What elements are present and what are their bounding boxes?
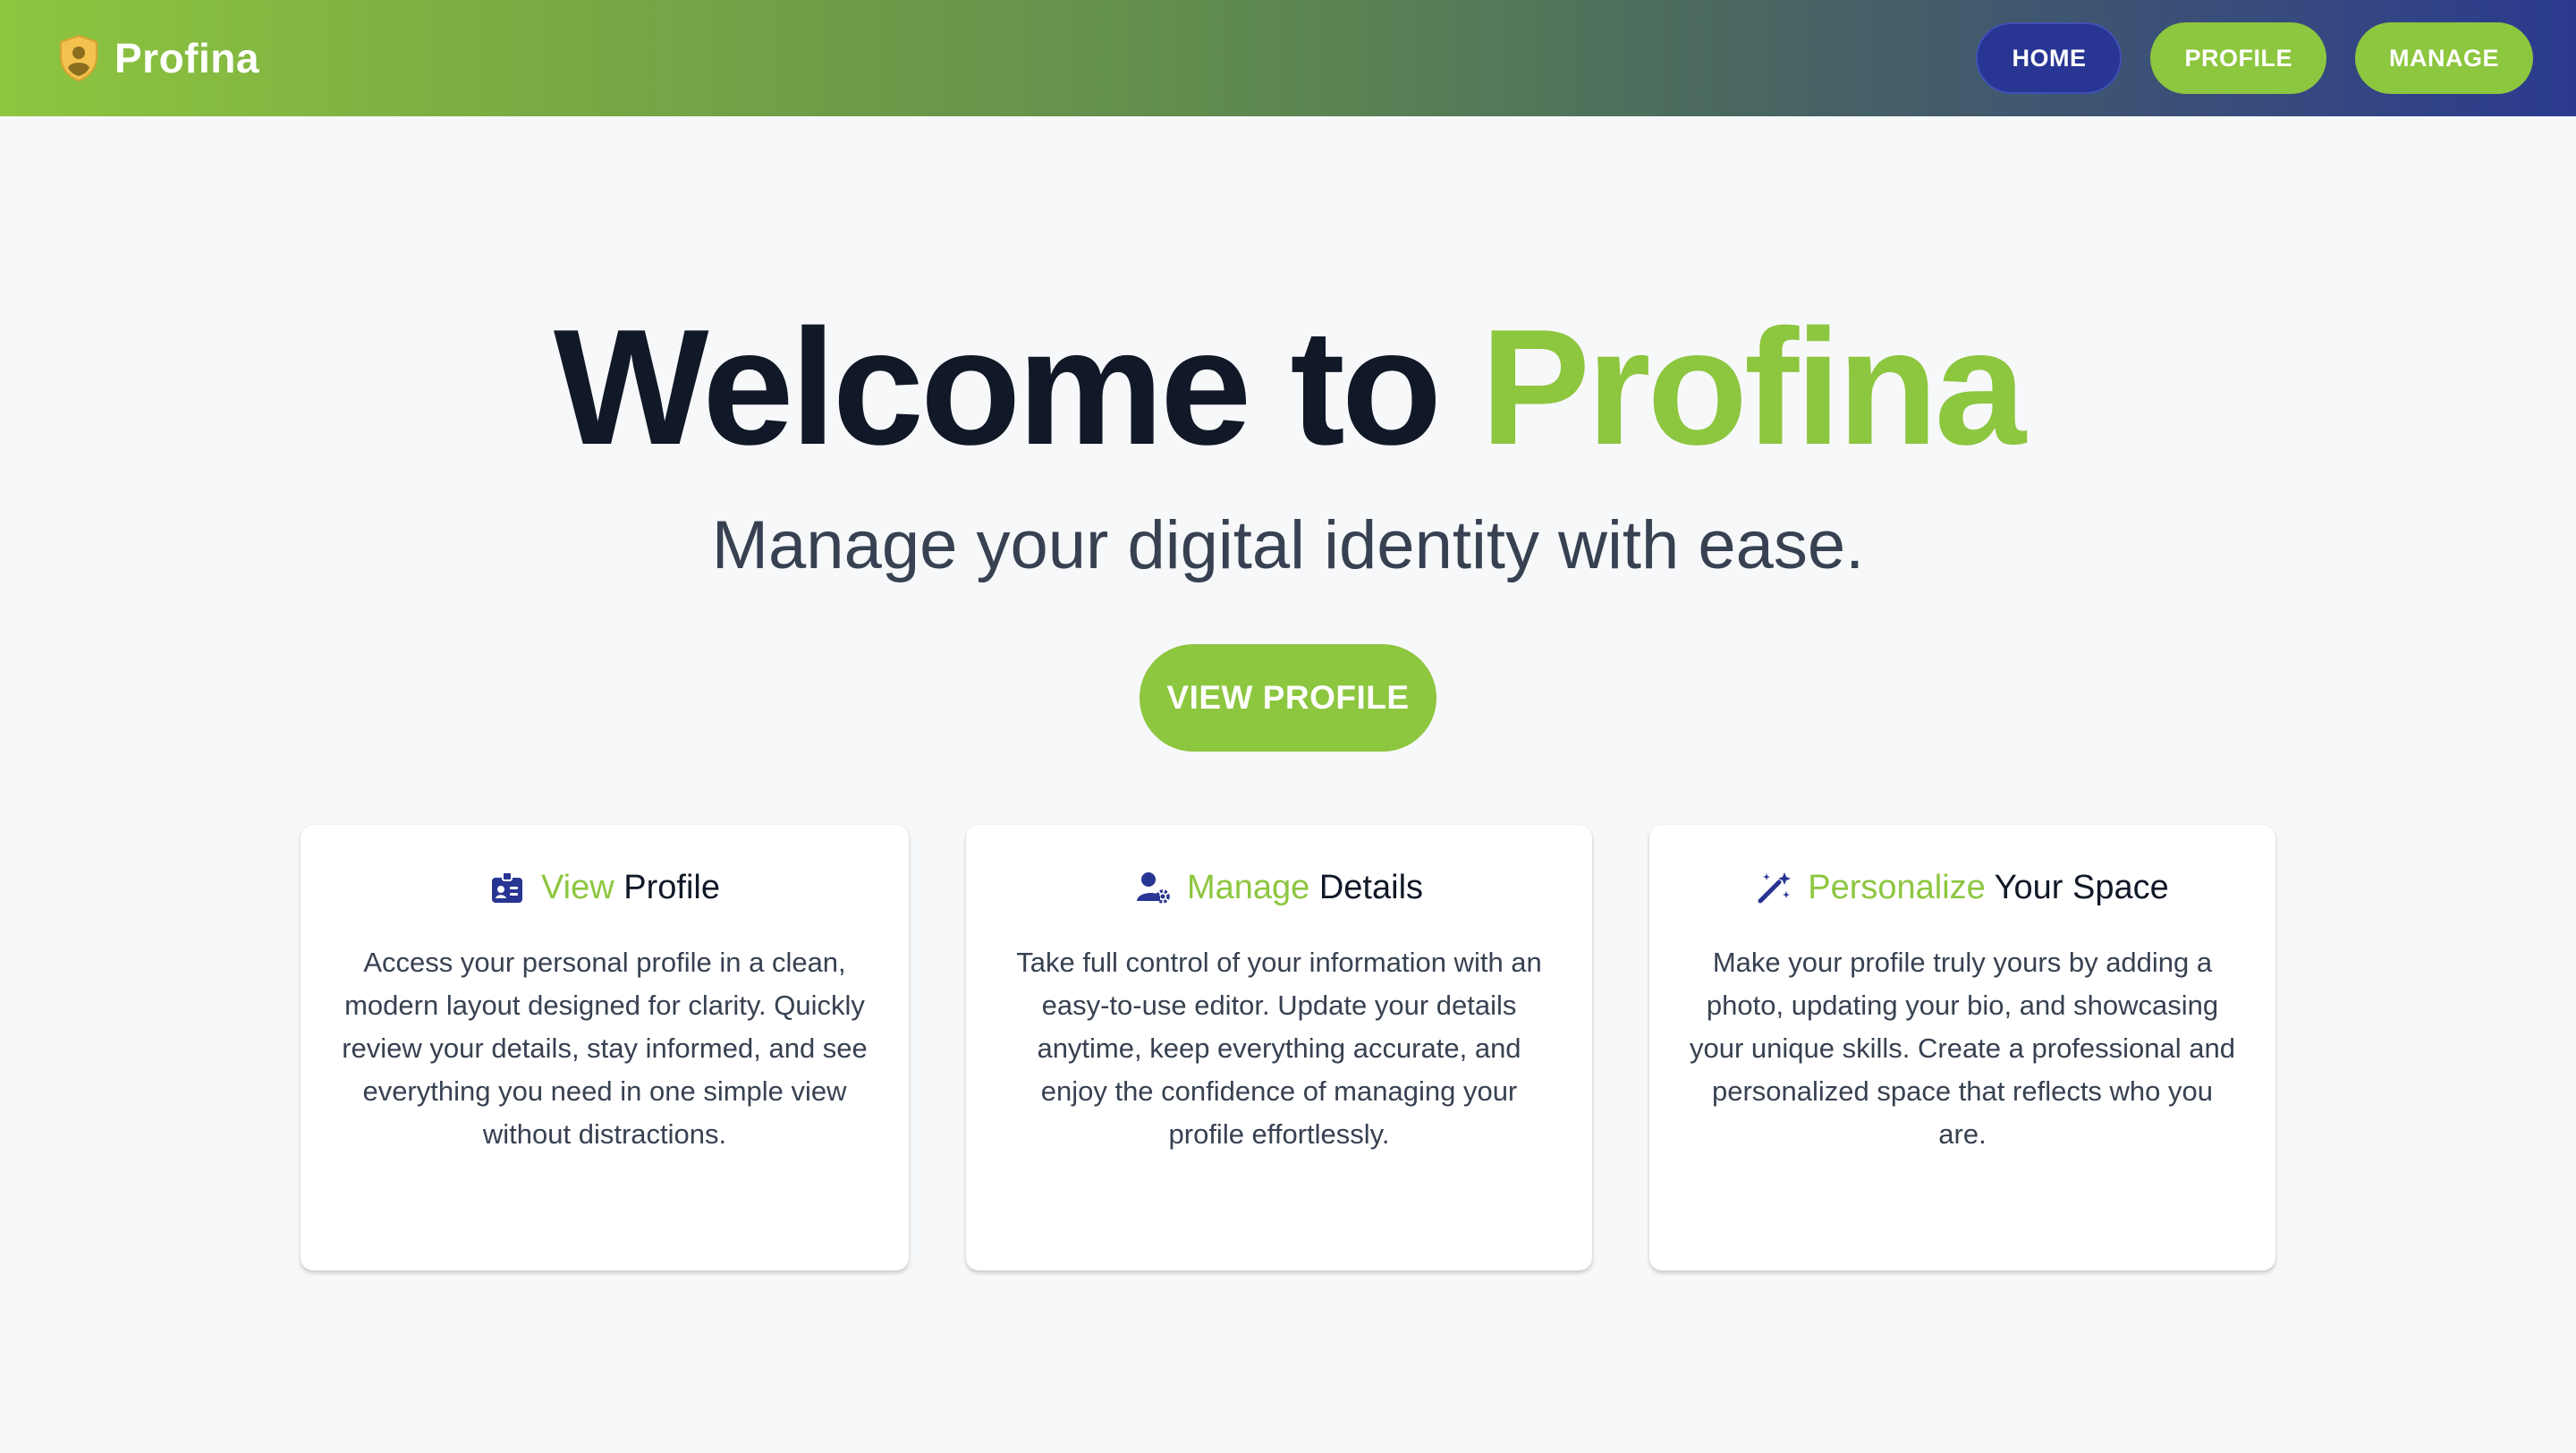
nav-home-button[interactable]: HOME bbox=[1976, 22, 2123, 94]
magic-wand-icon bbox=[1758, 872, 1792, 904]
feature-card-personalize: Personalize Your Space Make your profile… bbox=[1649, 825, 2275, 1270]
view-profile-button[interactable]: VIEW PROFILE bbox=[1140, 644, 1436, 752]
card-header: Personalize Your Space bbox=[1685, 861, 2240, 914]
nav-manage-button[interactable]: MANAGE bbox=[2355, 22, 2533, 94]
top-navbar: Profina HOME PROFILE MANAGE bbox=[0, 0, 2576, 116]
card-title-rest: Your Space bbox=[1994, 868, 2169, 906]
card-title: Personalize Your Space bbox=[1808, 869, 2169, 907]
feature-card-manage-details: Manage Details Take full control of your… bbox=[966, 825, 1592, 1270]
shield-user-icon bbox=[60, 34, 97, 82]
card-title: Manage Details bbox=[1187, 869, 1423, 907]
card-title-rest: Details bbox=[1318, 868, 1424, 906]
hero-title: Welcome to Profina bbox=[0, 304, 2576, 469]
nav-links: HOME PROFILE MANAGE bbox=[1976, 22, 2533, 94]
card-description: Make your profile truly yours by adding … bbox=[1689, 947, 2235, 1150]
nav-profile-button[interactable]: PROFILE bbox=[2150, 22, 2326, 94]
feature-card-view-profile: View Profile Access your personal profil… bbox=[301, 825, 909, 1270]
hero-section: Welcome to Profina Manage your digital i… bbox=[0, 304, 2576, 584]
card-description: Take full control of your information wi… bbox=[1016, 947, 1542, 1150]
user-gear-icon bbox=[1136, 872, 1170, 904]
brand-name: Profina bbox=[114, 35, 259, 81]
card-title-rest: Profile bbox=[623, 868, 720, 906]
card-title-accent: Manage bbox=[1186, 868, 1310, 906]
card-title-accent: View bbox=[541, 868, 614, 906]
card-header: Manage Details bbox=[1002, 861, 1556, 914]
card-header: View Profile bbox=[336, 861, 873, 914]
hero-title-accent: Profina bbox=[1480, 294, 2026, 479]
hero-subtitle: Manage your digital identity with ease. bbox=[711, 507, 1865, 583]
id-badge-icon bbox=[492, 871, 523, 903]
card-title: View Profile bbox=[541, 869, 720, 907]
brand[interactable]: Profina bbox=[57, 34, 259, 82]
card-title-accent: Personalize bbox=[1808, 868, 1986, 906]
hero-title-prefix: Welcome to bbox=[553, 294, 1442, 479]
card-description: Access your personal profile in a clean,… bbox=[342, 947, 868, 1150]
